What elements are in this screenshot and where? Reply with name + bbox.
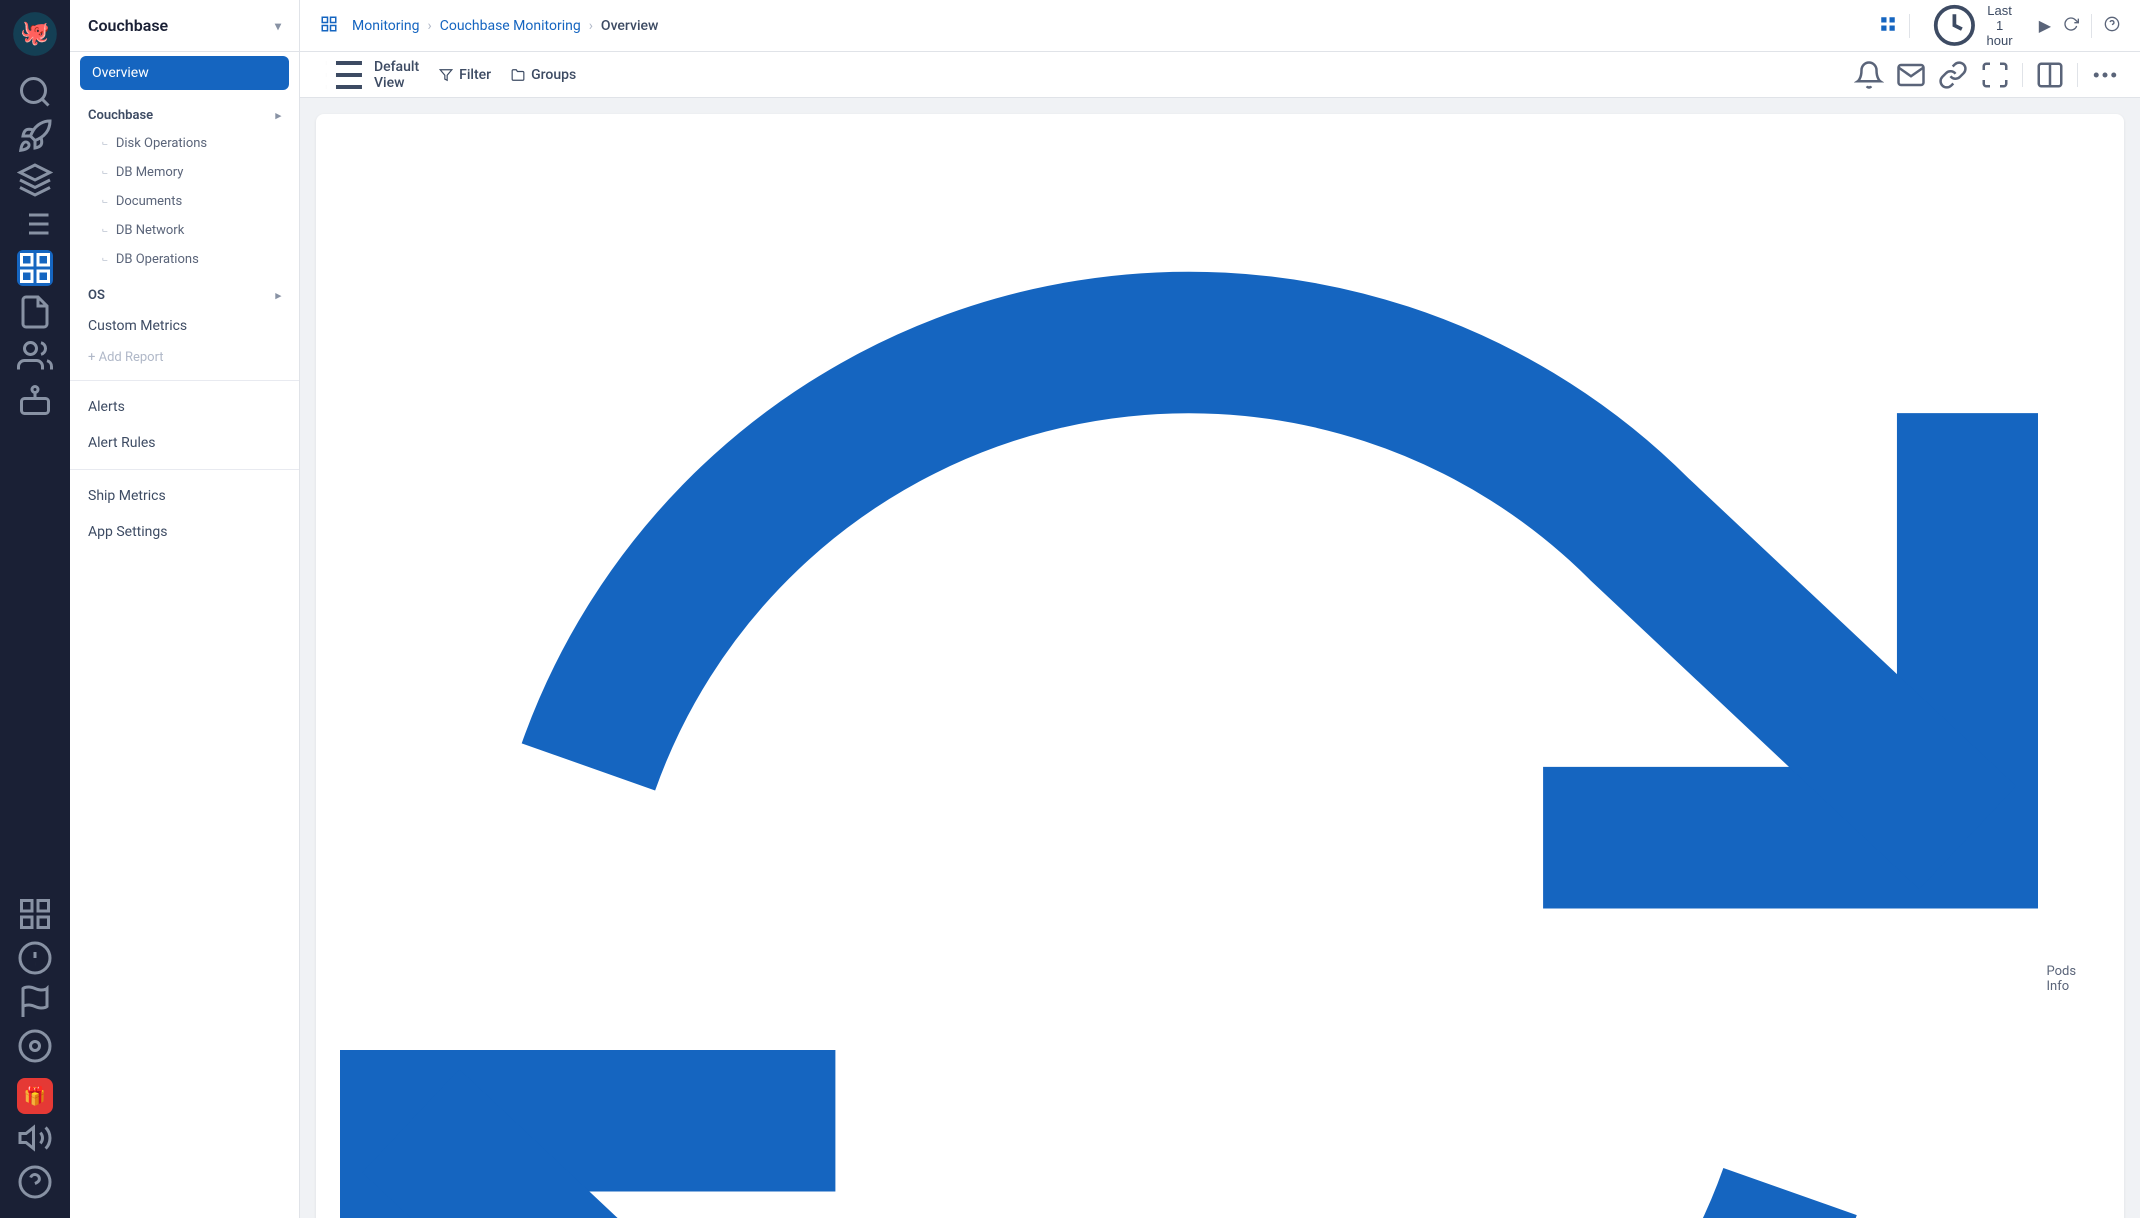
nav-sub-item-db-network[interactable]: DB Network: [70, 216, 299, 245]
layers-nav-icon[interactable]: [17, 162, 53, 198]
nav-divider-2: [70, 469, 299, 470]
refresh-icon[interactable]: [2063, 16, 2079, 36]
time-selector[interactable]: Last 1 hour: [1922, 0, 2027, 53]
db-operations-label: DB Operations: [116, 252, 199, 267]
topbar: Monitoring › Couchbase Monitoring › Over…: [300, 0, 2140, 52]
disk-ops-label: Disk Operations: [116, 136, 207, 151]
toolbar-divider-1: [2022, 63, 2023, 87]
topbar-chart-icon: [320, 15, 338, 37]
help-nav-icon[interactable]: [17, 1164, 53, 1200]
nav-item-ship-metrics[interactable]: Ship Metrics: [70, 478, 299, 514]
nav-sub-item-documents[interactable]: Documents: [70, 187, 299, 216]
os-section-arrow-icon: ▸: [275, 289, 281, 302]
nav-item-alerts[interactable]: Alerts: [70, 389, 299, 425]
time-label: Last 1 hour: [1982, 3, 2016, 48]
filter-label: Filter: [459, 67, 491, 83]
nav-item-overview[interactable]: Overview: [80, 56, 289, 90]
people-nav-icon[interactable]: [17, 338, 53, 374]
rocket-nav-icon[interactable]: [17, 118, 53, 154]
svg-text:🐙: 🐙: [20, 19, 50, 47]
grid-nav-icon[interactable]: [17, 896, 53, 932]
pods-title: Pods Info: [2046, 964, 2100, 994]
db-memory-label: DB Memory: [116, 165, 184, 180]
expand-toolbar-icon[interactable]: [1980, 60, 2010, 90]
default-view-label: Default View: [374, 59, 419, 91]
app-settings-label: App Settings: [88, 524, 167, 540]
nav-divider-1: [70, 380, 299, 381]
breadcrumb-couchbase-monitoring[interactable]: Couchbase Monitoring: [440, 18, 581, 34]
topbar-divider-1: [1909, 14, 1910, 38]
nav-item-alert-rules[interactable]: Alert Rules: [70, 425, 299, 461]
filter-btn[interactable]: Filter: [439, 67, 491, 83]
breadcrumb: Monitoring › Couchbase Monitoring › Over…: [352, 18, 658, 34]
sidebar: 🐙 🎁: [0, 0, 70, 1218]
nav-sub-item-disk-ops[interactable]: Disk Operations: [70, 129, 299, 158]
custom-metrics-label: Custom Metrics: [88, 318, 187, 334]
groups-label: Groups: [531, 67, 576, 83]
bot-nav-icon[interactable]: [17, 382, 53, 418]
os-section-label: OS: [88, 288, 105, 303]
layout-toolbar-icon[interactable]: [2035, 60, 2065, 90]
pods-sync-icon: [340, 130, 2038, 1218]
flag-nav-icon[interactable]: [17, 984, 53, 1020]
alerts-label: Alerts: [88, 399, 125, 415]
toolbar-right: [1854, 60, 2120, 90]
nav-sub-item-db-operations[interactable]: DB Operations: [70, 245, 299, 274]
speaker-nav-icon[interactable]: [17, 1120, 53, 1156]
couchbase-section-arrow-icon: ▸: [275, 109, 281, 122]
main-content: Monitoring › Couchbase Monitoring › Over…: [300, 0, 2140, 1218]
nav-header[interactable]: Couchbase ▾: [70, 0, 299, 52]
toolbar-divider-2: [2077, 63, 2078, 87]
play-icon[interactable]: ▶: [2039, 16, 2051, 35]
pods-section: Pods Info 2 Cores 8.4 CPU Utilization 26…: [316, 114, 2124, 1218]
nav-title: Couchbase: [88, 16, 168, 35]
search-nav-icon[interactable]: [17, 74, 53, 110]
toolbar: Default View Filter Groups: [300, 52, 2140, 98]
pods-header: Pods Info: [340, 130, 2100, 1218]
document-nav-icon[interactable]: [17, 294, 53, 330]
overview-label: Overview: [92, 65, 149, 81]
add-report-label: + Add Report: [88, 350, 164, 365]
list-nav-icon[interactable]: [17, 206, 53, 242]
logo[interactable]: 🐙: [11, 10, 59, 58]
nav-sub-item-db-memory[interactable]: DB Memory: [70, 158, 299, 187]
breadcrumb-sep-2: ›: [589, 18, 593, 34]
nav-section-os[interactable]: OS ▸: [70, 274, 299, 309]
topbar-actions: Last 1 hour ▶: [1879, 0, 2120, 53]
grid-view-icon[interactable]: [1879, 15, 1897, 37]
ship-metrics-label: Ship Metrics: [88, 488, 166, 504]
topbar-divider-2: [2091, 14, 2092, 38]
nav-section-couchbase[interactable]: Couchbase ▸: [70, 94, 299, 129]
alert-rules-label: Alert Rules: [88, 435, 156, 451]
breadcrumb-monitoring[interactable]: Monitoring: [352, 18, 420, 34]
couchbase-section-label: Couchbase: [88, 108, 153, 123]
default-view-btn[interactable]: Default View: [320, 51, 419, 99]
bell-toolbar-icon[interactable]: [1854, 60, 1884, 90]
dashboard: Pods Info 2 Cores 8.4 CPU Utilization 26…: [300, 98, 2140, 1218]
groups-btn[interactable]: Groups: [511, 67, 576, 83]
nav-header-arrow-icon: ▾: [275, 19, 281, 33]
db-network-label: DB Network: [116, 223, 184, 238]
breadcrumb-overview: Overview: [601, 18, 658, 34]
documents-label: Documents: [116, 194, 182, 209]
more-toolbar-icon[interactable]: [2090, 60, 2120, 90]
mail-toolbar-icon[interactable]: [1896, 60, 1926, 90]
nav-item-add-report[interactable]: + Add Report: [70, 343, 299, 372]
nav-panel: Couchbase ▾ Overview Couchbase ▸ Disk Op…: [70, 0, 300, 1218]
alert-nav-icon[interactable]: [17, 940, 53, 976]
link-toolbar-icon[interactable]: [1938, 60, 1968, 90]
help-topbar-icon[interactable]: [2104, 16, 2120, 36]
breadcrumb-sep-1: ›: [428, 18, 432, 34]
nav-item-custom-metrics[interactable]: Custom Metrics: [70, 309, 299, 343]
nav-item-app-settings[interactable]: App Settings: [70, 514, 299, 550]
circle-nav-icon[interactable]: [17, 1028, 53, 1064]
gift-nav-icon[interactable]: 🎁: [17, 1078, 53, 1114]
chart-nav-icon[interactable]: [17, 250, 53, 286]
